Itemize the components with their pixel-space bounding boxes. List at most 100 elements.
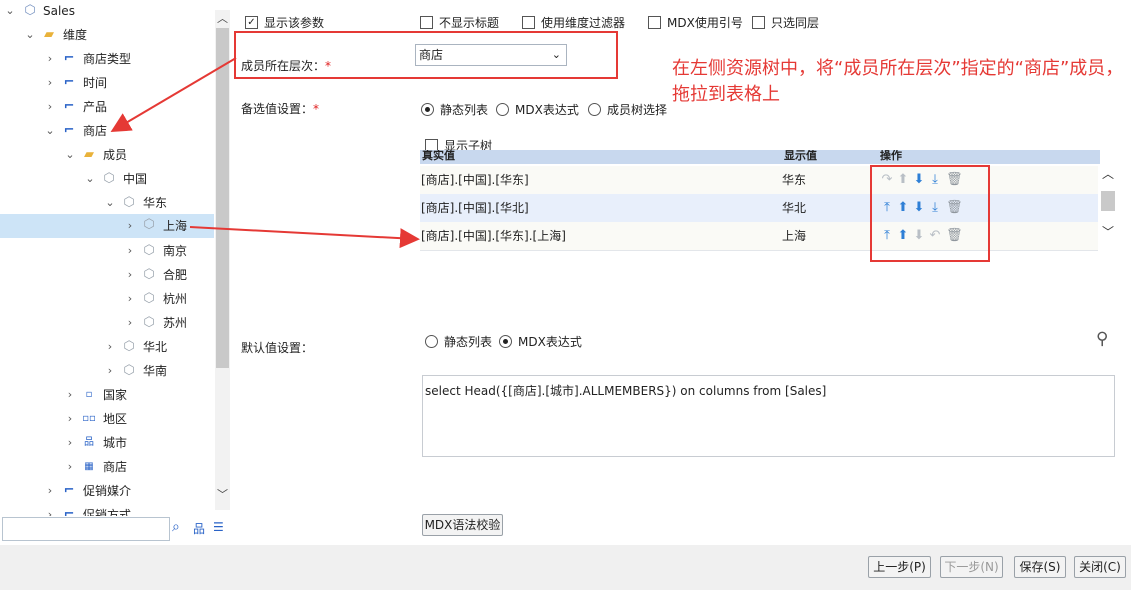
- dimension-icon: ⌐: [63, 483, 75, 498]
- show-param-option[interactable]: ✓ 显示该参数: [245, 14, 324, 31]
- tree-node-nanjing[interactable]: › ⬡ 南京: [0, 240, 214, 262]
- next-button[interactable]: 下一步(N): [940, 556, 1003, 578]
- tree-node-time[interactable]: › ⌐ 时间: [0, 72, 214, 94]
- show-param-checkbox[interactable]: ✓: [245, 16, 258, 29]
- cell-real: [商店].[中国].[华东]: [421, 173, 529, 187]
- column-header-actions[interactable]: 操作: [878, 150, 1100, 164]
- tree-node-store[interactable]: ⌄ ⌐ 商店: [0, 120, 214, 142]
- chevron-down-icon[interactable]: ⌄: [24, 24, 36, 46]
- chevron-down-icon[interactable]: ⌄: [44, 120, 56, 142]
- resource-tree[interactable]: ⌄ ⬡ Sales ⌄ ▰ 维度 › ⌐ 商店类型 › ⌐ 时间 › ⌐ 产品 …: [0, 0, 232, 545]
- tree-node-level-country[interactable]: › ▫ 国家: [0, 384, 214, 406]
- chevron-down-icon[interactable]: ⌄: [104, 192, 116, 214]
- chevron-right-icon[interactable]: ›: [44, 48, 56, 70]
- candidates-tree-radio[interactable]: [588, 103, 601, 116]
- tree-node-hangzhou[interactable]: › ⬡ 杭州: [0, 288, 214, 310]
- default-mdx-radio[interactable]: [499, 335, 512, 348]
- hide-title-option[interactable]: 不显示标题: [420, 14, 499, 31]
- option-label: MDX表达式: [515, 103, 579, 117]
- tree-view-icon[interactable]: 品: [193, 520, 205, 537]
- chevron-right-icon[interactable]: ›: [124, 288, 136, 310]
- tree-node-members[interactable]: ⌄ ▰ 成员: [0, 144, 214, 166]
- tree-node-label: 成员: [103, 148, 128, 162]
- tree-node-label: 商店: [103, 460, 128, 474]
- table-row[interactable]: [商店].[中国].[华东].[上海] 上海 ⤒ ⬆ ⬇ ↶ 🗑: [420, 222, 1098, 251]
- single-level-checkbox[interactable]: [752, 16, 765, 29]
- tree-node-hefei[interactable]: › ⬡ 合肥: [0, 264, 214, 286]
- chevron-right-icon[interactable]: ›: [44, 480, 56, 502]
- column-header-display[interactable]: 显示值: [782, 150, 878, 164]
- tree-scrollbar-thumb[interactable]: [216, 28, 229, 368]
- scroll-up-icon[interactable]: ︿: [216, 10, 229, 26]
- tree-search-input[interactable]: [2, 517, 170, 541]
- mdx-quote-checkbox[interactable]: [648, 16, 661, 29]
- candidates-mdx-option[interactable]: MDX表达式: [496, 101, 579, 118]
- save-button[interactable]: 保存(S): [1014, 556, 1066, 578]
- cube-icon: ⬡: [143, 217, 155, 232]
- tree-node-promo-type[interactable]: › ⌐ 促销方式: [0, 504, 214, 516]
- tree-node-dimensions[interactable]: ⌄ ▰ 维度: [0, 24, 214, 46]
- table-row[interactable]: [商店].[中国].[华东] 华东 ↷ ⬆ ⬇ ⤓ 🗑: [420, 166, 1098, 195]
- table-scrollbar-thumb[interactable]: [1101, 191, 1115, 211]
- column-header-real[interactable]: 真实值: [420, 150, 782, 164]
- candidates-static-option[interactable]: 静态列表: [421, 101, 488, 118]
- candidates-tree-option[interactable]: 成员树选择: [588, 101, 667, 118]
- chevron-right-icon[interactable]: ›: [64, 408, 76, 430]
- tree-node-south-china[interactable]: › ⬡ 华南: [0, 360, 214, 382]
- default-static-radio[interactable]: [425, 335, 438, 348]
- tree-node-level-city[interactable]: › 品 城市: [0, 432, 214, 454]
- mdx-quote-option[interactable]: MDX使用引号: [648, 14, 743, 31]
- use-dim-filter-option[interactable]: 使用维度过滤器: [522, 14, 625, 31]
- mdx-check-button[interactable]: MDX语法校验: [422, 514, 503, 536]
- chevron-right-icon[interactable]: ›: [64, 432, 76, 454]
- chevron-right-icon[interactable]: ›: [64, 456, 76, 478]
- default-mdx-option[interactable]: MDX表达式: [499, 333, 582, 350]
- single-level-option[interactable]: 只选同层: [752, 14, 819, 31]
- chevron-right-icon[interactable]: ›: [44, 504, 56, 516]
- level-3-icon: 品: [84, 437, 94, 448]
- search-icon[interactable]: ⌕: [172, 519, 180, 535]
- chevron-right-icon[interactable]: ›: [124, 312, 136, 334]
- chevron-right-icon[interactable]: ›: [64, 384, 76, 406]
- default-static-option[interactable]: 静态列表: [425, 333, 492, 350]
- chevron-right-icon[interactable]: ›: [124, 264, 136, 286]
- chevron-right-icon[interactable]: ›: [124, 214, 136, 236]
- use-dim-filter-checkbox[interactable]: [522, 16, 535, 29]
- list-view-icon[interactable]: ☰: [213, 520, 224, 534]
- chevron-down-icon[interactable]: ⌄: [84, 168, 96, 190]
- table-row[interactable]: [商店].[中国].[华北] 华北 ⤒ ⬆ ⬇ ⤓ 🗑: [420, 194, 1098, 223]
- tree-node-shanghai[interactable]: › ⬡ 上海: [0, 214, 214, 238]
- candidates-static-radio[interactable]: [421, 103, 434, 116]
- scroll-down-icon[interactable]: ﹀: [216, 486, 229, 502]
- tree-node-promo-media[interactable]: › ⌐ 促销媒介: [0, 480, 214, 502]
- candidates-mdx-radio[interactable]: [496, 103, 509, 116]
- level-select[interactable]: 商店 ⌄: [415, 44, 567, 66]
- chevron-down-icon[interactable]: ⌄: [64, 144, 76, 166]
- chevron-down-icon: ⌄: [551, 48, 561, 61]
- tree-node-product[interactable]: › ⌐ 产品: [0, 96, 214, 118]
- chevron-right-icon[interactable]: ›: [104, 360, 116, 382]
- tree-node-label: 华南: [143, 364, 168, 378]
- close-button[interactable]: 关闭(C): [1074, 556, 1126, 578]
- tree-node-suzhou[interactable]: › ⬡ 苏州: [0, 312, 214, 334]
- chevron-up-icon[interactable]: ︿: [1102, 165, 1114, 182]
- tree-node-sales[interactable]: ⌄ ⬡ Sales: [0, 0, 214, 22]
- table-scrollbar[interactable]: ︿ ﹀: [1100, 165, 1116, 251]
- chevron-down-icon[interactable]: ⌄: [4, 0, 16, 22]
- search-icon[interactable]: ⚲: [1096, 329, 1108, 349]
- tree-node-north-china[interactable]: › ⬡ 华北: [0, 336, 214, 358]
- mdx-expression-textarea[interactable]: select Head({[商店].[城市].ALLMEMBERS}) on c…: [422, 375, 1115, 457]
- tree-node-east-china[interactable]: ⌄ ⬡ 华东: [0, 192, 214, 214]
- chevron-right-icon[interactable]: ›: [44, 72, 56, 94]
- tree-node-store-type[interactable]: › ⌐ 商店类型: [0, 48, 214, 70]
- tree-node-level-region[interactable]: › ▫▫ 地区: [0, 408, 214, 430]
- chevron-right-icon[interactable]: ›: [44, 96, 56, 118]
- chevron-down-icon[interactable]: ﹀: [1102, 223, 1114, 240]
- tree-node-level-store[interactable]: › ▦ 商店: [0, 456, 214, 478]
- hide-title-checkbox[interactable]: [420, 16, 433, 29]
- dimension-icon: ⌐: [63, 99, 75, 114]
- prev-button[interactable]: 上一步(P): [868, 556, 931, 578]
- tree-node-china[interactable]: ⌄ ⬡ 中国: [0, 168, 214, 190]
- chevron-right-icon[interactable]: ›: [104, 336, 116, 358]
- chevron-right-icon[interactable]: ›: [124, 240, 136, 262]
